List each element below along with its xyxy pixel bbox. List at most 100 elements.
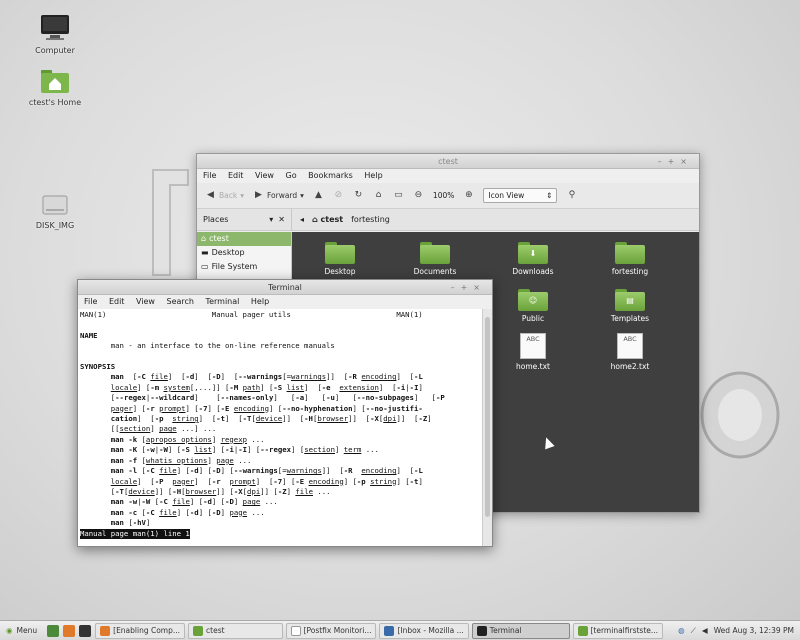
- file-name: Templates: [610, 314, 650, 323]
- terminal-icon[interactable]: [79, 624, 92, 637]
- file-item-documents[interactable]: Documents: [395, 242, 475, 276]
- desktop-icon-disk[interactable]: DISK_IMG: [20, 193, 90, 230]
- terminal-output[interactable]: MAN(1) Manual pager utils MAN(1) NAME ma…: [78, 309, 482, 546]
- up-arrow-icon[interactable]: ▲: [313, 190, 324, 201]
- firefox-icon[interactable]: [63, 624, 76, 637]
- toolbar: ◀ Back ▾ ▶ Forward ▾ ▲ ⊘ ↻ ⌂ ▭ ⊖ 100% ⊕ …: [197, 183, 699, 209]
- file-name: fortesting: [611, 267, 649, 276]
- breadcrumb-fortesting[interactable]: fortesting: [351, 215, 390, 224]
- close-sidebar-icon[interactable]: ✕: [278, 215, 285, 224]
- menu-button[interactable]: ◉ Menu: [0, 626, 43, 635]
- task-terminal[interactable]: Terminal: [471, 622, 570, 639]
- folder-icon: [615, 242, 645, 264]
- file-item-home-txt[interactable]: ABC home.txt: [493, 333, 573, 371]
- window-titlebar[interactable]: ctest –+×: [197, 154, 699, 169]
- file-item-downloads[interactable]: ⬇ Downloads: [493, 242, 573, 276]
- zoom-in-icon[interactable]: ⊕: [463, 190, 474, 201]
- zoom-out-icon[interactable]: ⊖: [413, 190, 424, 201]
- name-line: man - an interface to the on-line refere…: [110, 341, 335, 351]
- terminal-scrollbar[interactable]: [482, 309, 492, 546]
- task-enabling-comp[interactable]: [Enabling Comp...: [95, 622, 186, 639]
- terminal-window: Terminal –+× File Edit View Search Termi…: [77, 279, 493, 547]
- scrollbar-thumb[interactable]: [485, 317, 490, 517]
- sidebar-item-label: ctest: [209, 234, 229, 243]
- menu-view[interactable]: View: [136, 297, 155, 306]
- folder-icon: [325, 242, 355, 264]
- file-name: Desktop: [324, 267, 356, 276]
- file-name: Documents: [413, 267, 457, 276]
- file-item-home2-txt[interactable]: ABC home2.txt: [590, 333, 670, 371]
- minimize-icon[interactable]: –: [658, 157, 668, 166]
- breadcrumb-ctest[interactable]: ⌂ ctest: [312, 215, 343, 224]
- back-label: Back: [219, 191, 238, 200]
- menu-view[interactable]: View: [255, 171, 274, 180]
- minimize-icon[interactable]: –: [451, 283, 461, 292]
- desktop-icon-home[interactable]: ctest's Home: [20, 68, 90, 107]
- file-item-templates[interactable]: ▤ Templates: [590, 289, 670, 323]
- task-label: ctest: [206, 626, 225, 635]
- file-item-public[interactable]: ☺ Public: [493, 289, 573, 323]
- task-terminalfirststep[interactable]: [terminalfirstste...: [572, 622, 664, 639]
- forward-label: Forward: [266, 191, 298, 200]
- menu-file[interactable]: File: [84, 297, 97, 306]
- menu-terminal[interactable]: Terminal: [206, 297, 240, 306]
- volume-icon[interactable]: ◀: [702, 626, 708, 635]
- task-postfix[interactable]: [Postfix Monitori...: [285, 622, 377, 639]
- home-icon: ⌂: [201, 234, 207, 243]
- sidebar-item-ctest[interactable]: ⌂ ctest: [197, 232, 291, 246]
- maximize-icon[interactable]: +: [461, 283, 474, 292]
- menu-bookmarks[interactable]: Bookmarks: [308, 171, 353, 180]
- menu-edit[interactable]: Edit: [109, 297, 125, 306]
- man-header-center: Manual pager utils: [211, 310, 291, 319]
- forward-button[interactable]: ▶ Forward ▾: [253, 190, 304, 201]
- view-mode-label: Icon View: [488, 191, 525, 200]
- text-file-icon: ABC: [520, 333, 546, 359]
- menu-edit[interactable]: Edit: [228, 171, 244, 180]
- sidebar-item-label: File System: [211, 262, 258, 271]
- task-label: Terminal: [489, 626, 522, 635]
- file-item-fortesting[interactable]: fortesting: [590, 242, 670, 276]
- menu-file[interactable]: File: [203, 171, 216, 180]
- menu-search[interactable]: Search: [167, 297, 194, 306]
- window-title: ctest: [438, 157, 458, 166]
- downloads-folder-icon: ⬇: [518, 242, 548, 264]
- close-icon[interactable]: ×: [473, 283, 486, 292]
- home-icon[interactable]: ⌂: [373, 190, 384, 201]
- taskbar: ◉ Menu [Enabling Comp... ctest [Postfix …: [0, 620, 800, 640]
- chevron-down-icon[interactable]: ▾: [240, 191, 244, 200]
- desktop-icon: ▬: [201, 248, 209, 257]
- menu-help[interactable]: Help: [251, 297, 269, 306]
- zoom-level: 100%: [432, 191, 455, 200]
- file-name: home.txt: [516, 362, 550, 371]
- chevron-down-icon[interactable]: ▾: [300, 191, 304, 200]
- window-title: Terminal: [268, 283, 302, 292]
- path-back-icon[interactable]: ◂: [300, 215, 304, 224]
- sidebar-item-desktop[interactable]: ▬ Desktop: [197, 246, 291, 260]
- maximize-icon[interactable]: +: [668, 157, 681, 166]
- search-icon[interactable]: ⚲: [566, 190, 577, 201]
- system-tray: ◍ ⟋ ◀ Wed Aug 3, 12:39 PM: [678, 626, 800, 636]
- reload-icon[interactable]: ↻: [353, 190, 364, 201]
- menu-help[interactable]: Help: [364, 171, 382, 180]
- network-icon[interactable]: ⟋: [691, 626, 696, 636]
- task-inbox-mozilla[interactable]: [Inbox - Mozilla ...: [379, 622, 469, 639]
- shield-icon[interactable]: ◍: [678, 626, 685, 635]
- menu-go[interactable]: Go: [286, 171, 297, 180]
- file-item-desktop[interactable]: Desktop: [300, 242, 380, 276]
- drive-icon: ▭: [201, 262, 209, 271]
- window-titlebar[interactable]: Terminal –+×: [78, 280, 492, 295]
- chevron-down-icon[interactable]: ▾: [269, 215, 273, 224]
- back-button[interactable]: ◀ Back ▾: [205, 190, 244, 201]
- show-desktop-icon[interactable]: [47, 624, 60, 637]
- sidebar-item-filesystem[interactable]: ▭ File System: [197, 260, 291, 274]
- desktop-icon-computer[interactable]: Computer: [20, 14, 90, 55]
- places-header[interactable]: Places ▾ ✕: [197, 209, 292, 230]
- arrow-right-icon: ▶: [255, 190, 262, 200]
- computer-icon[interactable]: ▭: [393, 190, 404, 201]
- close-icon[interactable]: ×: [680, 157, 693, 166]
- clock[interactable]: Wed Aug 3, 12:39 PM: [714, 626, 794, 635]
- stop-icon[interactable]: ⊘: [333, 190, 344, 201]
- menu-button-label: Menu: [16, 626, 38, 635]
- task-ctest[interactable]: ctest: [188, 622, 283, 639]
- view-mode-select[interactable]: Icon View ⇕: [483, 188, 558, 203]
